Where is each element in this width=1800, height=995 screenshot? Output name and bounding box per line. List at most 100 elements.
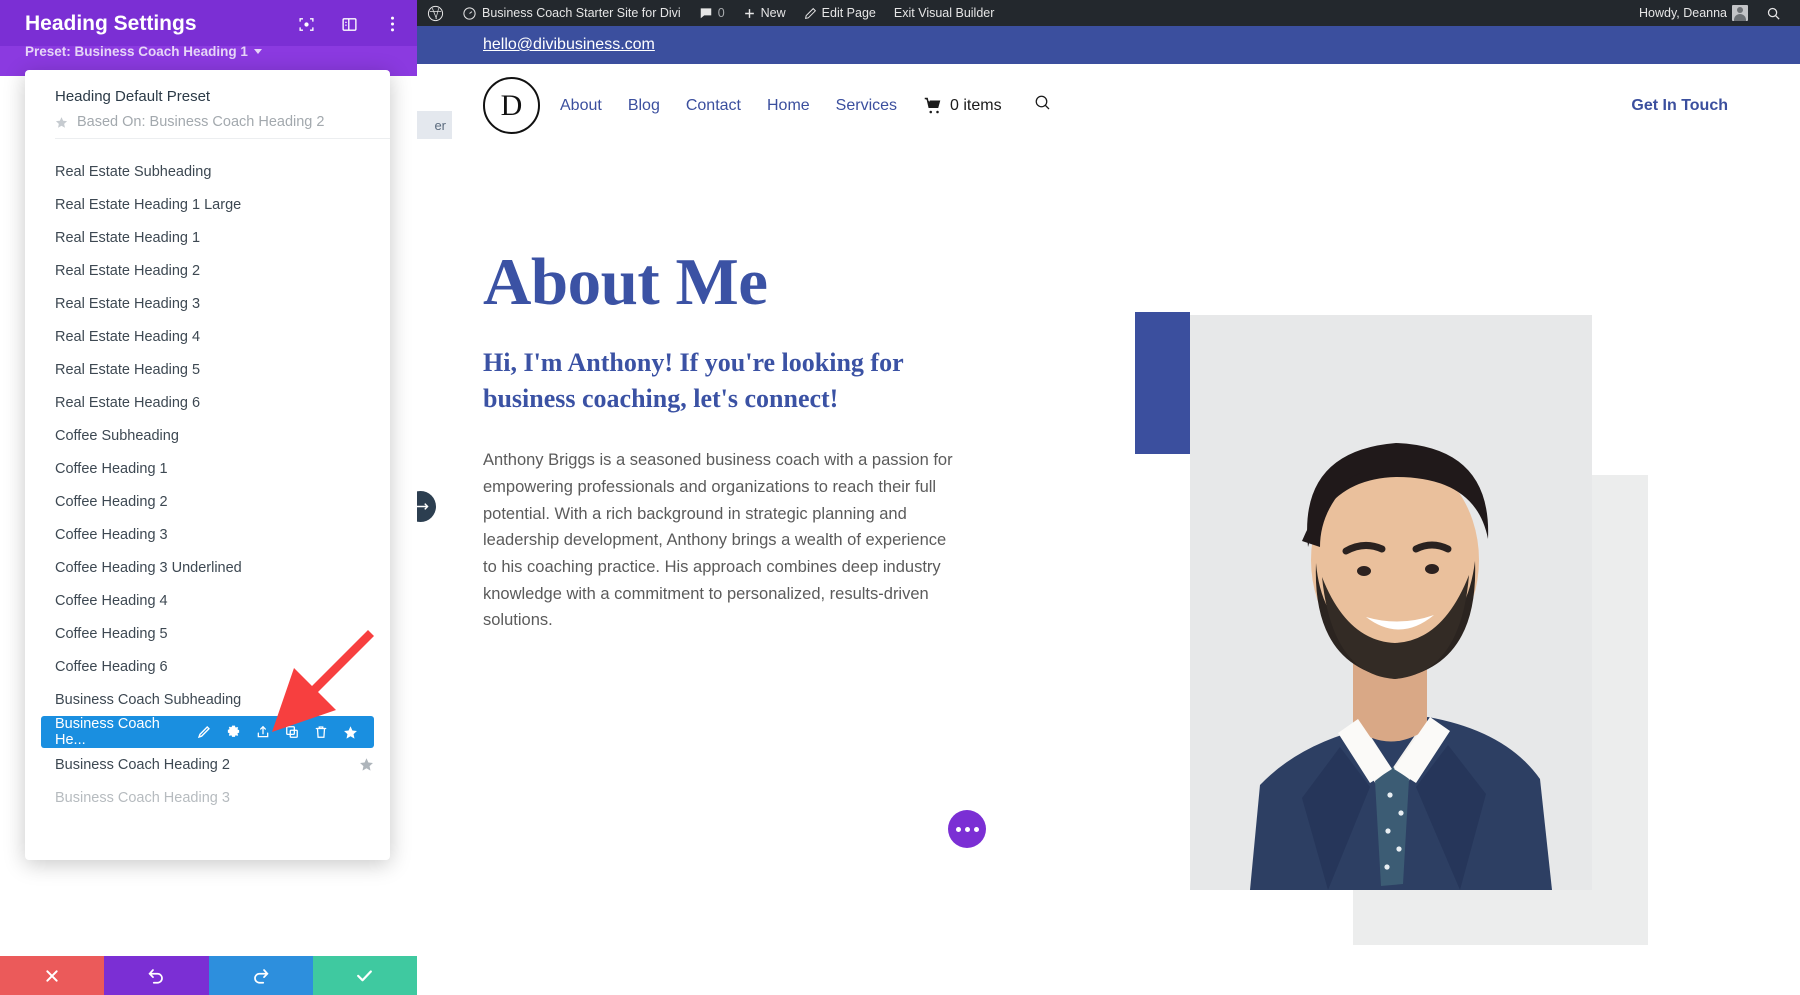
preset-option[interactable]: Coffee Heading 2 (25, 485, 390, 518)
nav-item-home[interactable]: Home (767, 97, 810, 115)
preset-option[interactable]: Coffee Heading 3 (25, 518, 390, 551)
site-title-label: Business Coach Starter Site for Divi (482, 6, 681, 20)
dropdown-default-preset-section[interactable]: Heading Default Preset Based On: Busines… (25, 70, 390, 149)
preset-option[interactable]: Coffee Heading 6 (25, 650, 390, 683)
star-icon (55, 116, 68, 129)
preset-option[interactable]: Business Coach Heading 2 (25, 748, 390, 781)
layout-columns-icon[interactable] (340, 15, 358, 33)
edit-page-menu[interactable]: Edit Page (795, 0, 885, 26)
redo-button[interactable] (209, 956, 313, 995)
plus-icon (743, 7, 756, 20)
preset-option[interactable]: Real Estate Heading 5 (25, 353, 390, 386)
nav-item-blog[interactable]: Blog (628, 97, 660, 115)
preset-option[interactable]: Real Estate Heading 6 (25, 386, 390, 419)
preset-option[interactable]: Real Estate Heading 4 (25, 320, 390, 353)
preset-option[interactable]: Coffee Subheading (25, 419, 390, 452)
close-x-icon (44, 968, 60, 984)
preset-option[interactable]: Coffee Heading 1 (25, 452, 390, 485)
default-preset-based-on: Based On: Business Coach Heading 2 (55, 114, 390, 130)
new-content-menu[interactable]: New (734, 0, 795, 26)
search-icon[interactable] (1757, 0, 1790, 26)
cart-link[interactable]: 0 items (923, 97, 1002, 115)
preset-option[interactable]: Real Estate Subheading (25, 155, 390, 188)
duplicate-icon[interactable] (285, 725, 299, 739)
vertical-dots-icon[interactable] (383, 15, 401, 33)
shopping-cart-icon (923, 97, 943, 115)
preset-option[interactable]: Real Estate Heading 1 Large (25, 188, 390, 221)
focus-target-icon[interactable] (297, 15, 315, 33)
primary-navigation: About Blog Contact Home Services 0 items (560, 94, 1052, 117)
default-preset-title: Heading Default Preset (55, 88, 390, 105)
search-icon[interactable] (1034, 94, 1052, 117)
exit-visual-builder-button[interactable]: Exit Visual Builder (885, 0, 1004, 26)
undo-button[interactable] (104, 956, 208, 995)
pencil-icon[interactable] (197, 725, 211, 739)
nav-item-services[interactable]: Services (836, 97, 897, 115)
preset-option[interactable]: Coffee Heading 3 Underlined (25, 551, 390, 584)
preset-option-label: Business Coach Heading 3 (55, 790, 230, 806)
preset-option-label: Real Estate Heading 4 (55, 329, 200, 345)
preset-option-label: Business Coach Subheading (55, 692, 241, 708)
preset-option-label: Business Coach He... (55, 716, 183, 748)
preset-option-label: Business Coach Heading 2 (55, 757, 230, 773)
preset-option-label: Real Estate Subheading (55, 164, 211, 180)
save-button[interactable] (313, 956, 417, 995)
panel-title: Heading Settings (25, 12, 197, 36)
preset-option-label: Real Estate Heading 5 (55, 362, 200, 378)
preset-option[interactable]: Business Coach Subheading (25, 683, 390, 716)
preset-option-label: Coffee Heading 1 (55, 461, 168, 477)
preset-option-label: Coffee Heading 6 (55, 659, 168, 675)
cart-items-count: 0 items (950, 97, 1002, 115)
page-title: About Me (483, 247, 977, 317)
preset-option[interactable]: Real Estate Heading 3 (25, 287, 390, 320)
preset-option[interactable]: Business Coach Heading 3 (25, 781, 390, 814)
nav-item-about[interactable]: About (560, 97, 602, 115)
preset-dropdown-menu: Heading Default Preset Based On: Busines… (25, 70, 390, 860)
get-in-touch-button[interactable]: Get In Touch (1631, 97, 1728, 115)
preset-option-selected[interactable]: Business Coach He... (41, 716, 374, 748)
preset-option-label: Real Estate Heading 3 (55, 296, 200, 312)
preset-option-label: Real Estate Heading 1 Large (55, 197, 241, 213)
chevron-down-icon (254, 49, 262, 54)
preset-option[interactable]: Real Estate Heading 2 (25, 254, 390, 287)
panel-header-icons (297, 15, 401, 33)
contact-email-link[interactable]: hello@divibusiness.com (483, 36, 655, 54)
about-paragraph: Anthony Briggs is a seasoned business co… (483, 447, 953, 634)
preset-option[interactable]: Coffee Heading 5 (25, 617, 390, 650)
preset-option[interactable]: Real Estate Heading 1 (25, 221, 390, 254)
preset-option[interactable]: Coffee Heading 4 (25, 584, 390, 617)
ellipsis-icon (956, 827, 961, 832)
about-section: About Me Hi, I'm Anthony! If you're look… (417, 147, 1800, 634)
gear-icon[interactable] (226, 725, 241, 740)
preset-option-label: Real Estate Heading 1 (55, 230, 200, 246)
redo-arrow-icon (252, 967, 270, 985)
site-header: D About Blog Contact Home Services 0 ite… (417, 64, 1800, 147)
preset-selector[interactable]: Preset: Business Coach Heading 1 (25, 44, 262, 59)
close-button[interactable] (0, 956, 104, 995)
star-icon[interactable] (359, 757, 374, 772)
preset-option-list: Real Estate Subheading Real Estate Headin… (25, 149, 390, 814)
pencil-icon (804, 7, 817, 20)
blue-accent-block (1135, 312, 1190, 454)
site-logo[interactable]: D (483, 77, 540, 134)
star-icon[interactable] (343, 725, 358, 740)
admin-bar-right-group: Howdy, Deanna (1630, 0, 1800, 26)
howdy-label: Howdy, Deanna (1639, 6, 1727, 20)
dropdown-divider (55, 138, 390, 139)
howdy-account-menu[interactable]: Howdy, Deanna (1630, 0, 1757, 26)
preset-option-label: Real Estate Heading 2 (55, 263, 200, 279)
preset-option-label: Coffee Subheading (55, 428, 179, 444)
nav-item-contact[interactable]: Contact (686, 97, 741, 115)
export-icon[interactable] (256, 725, 270, 739)
preset-option-label: Coffee Heading 2 (55, 494, 168, 510)
visual-builder-canvas: er hello@divibusiness.com D About Blog C… (417, 26, 1800, 995)
heading-settings-panel: Heading Settings Preset: Business Coach … (0, 0, 417, 995)
trash-icon[interactable] (314, 725, 328, 739)
site-name-menu[interactable]: Business Coach Starter Site for Divi (453, 0, 690, 26)
wordpress-logo-icon[interactable] (418, 0, 453, 26)
panel-header: Heading Settings Preset: Business Coach … (0, 0, 417, 72)
comments-menu[interactable]: 0 (690, 0, 734, 26)
portrait-photo-illustration (1190, 315, 1592, 890)
preset-option-label: Coffee Heading 3 Underlined (55, 560, 242, 576)
page-settings-fab[interactable] (948, 810, 986, 848)
